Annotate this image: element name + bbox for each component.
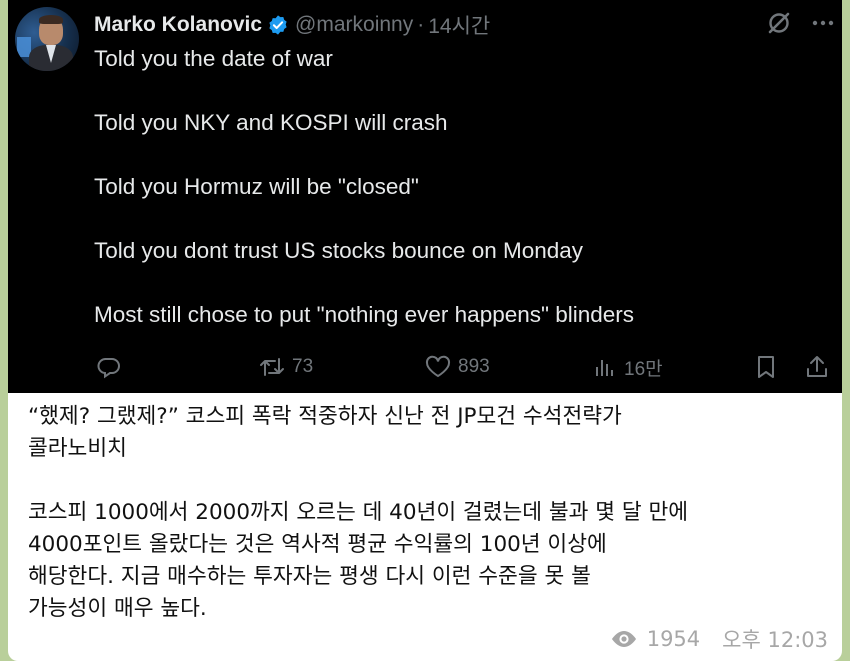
body-line: 코스피 1000에서 2000까지 오르는 데 40년이 걸렸는데 불과 몇 달… xyxy=(28,500,689,525)
reply-button[interactable] xyxy=(96,348,122,386)
message-views: 1954 xyxy=(646,627,701,651)
author-handle[interactable]: @markoinny xyxy=(295,13,413,37)
tweet-line: Told you NKY and KOSPI will crash xyxy=(94,110,448,135)
views-button[interactable]: 16만 xyxy=(592,348,663,386)
author-name[interactable]: Marko Kolanovic xyxy=(94,13,262,37)
repost-icon xyxy=(260,358,284,376)
tweet-line: Told you Hormuz will be "closed" xyxy=(94,174,419,199)
tweet-text: Told you the date of war Told you NKY an… xyxy=(94,42,814,362)
eye-icon xyxy=(611,631,636,647)
views-count: 16만 xyxy=(624,358,663,380)
time-ago[interactable]: 14시간 xyxy=(428,10,490,40)
message-time: 오후 12:03 xyxy=(722,628,828,652)
tweet-line: Told you the date of war xyxy=(94,46,333,71)
like-icon xyxy=(425,355,451,378)
tweet-line: Told you dont trust US stocks bounce on … xyxy=(94,238,584,263)
avatar[interactable] xyxy=(15,7,79,71)
grok-icon[interactable] xyxy=(766,10,792,36)
tweet-header: Marko Kolanovic @markoinny · 14시간 xyxy=(94,10,490,40)
bookmark-icon xyxy=(758,356,774,378)
separator-dot: · xyxy=(417,13,425,36)
share-button[interactable] xyxy=(804,348,830,386)
message-card: Marko Kolanovic @markoinny · 14시간 Told y… xyxy=(8,0,842,661)
views-icon xyxy=(596,360,613,376)
repost-button[interactable]: 73 xyxy=(258,348,313,386)
body-line: 가능성이 매우 높다. xyxy=(28,596,207,621)
body-line: 4000포인트 올랐다는 것은 역사적 평균 수익률의 100년 이상에 xyxy=(28,532,607,557)
verified-badge-icon xyxy=(269,15,287,35)
bookmark-button[interactable] xyxy=(754,348,778,386)
message-text: “했제? 그랬제?” 코스피 폭락 적중하자 신난 전 JP모건 수석전략가 콜… xyxy=(28,401,828,625)
share-icon xyxy=(807,356,827,377)
more-icon[interactable] xyxy=(810,10,836,36)
message-meta: 1954 오후 12:03 xyxy=(609,624,828,654)
headline-line: “했제? 그랬제?” 코스피 폭락 적중하자 신난 전 JP모건 수석전략가 xyxy=(28,404,622,429)
tweet-screenshot: Marko Kolanovic @markoinny · 14시간 Told y… xyxy=(8,0,842,393)
like-button[interactable]: 893 xyxy=(424,348,490,386)
like-count: 893 xyxy=(458,356,490,377)
body-line: 해당한다. 지금 매수하는 투자자는 평생 다시 이런 수준을 못 볼 xyxy=(28,564,591,589)
headline-line: 콜라노비치 xyxy=(28,436,127,461)
repost-count: 73 xyxy=(292,356,314,377)
tweet-actions: 73 893 16만 xyxy=(8,348,842,386)
reply-icon xyxy=(97,358,120,379)
